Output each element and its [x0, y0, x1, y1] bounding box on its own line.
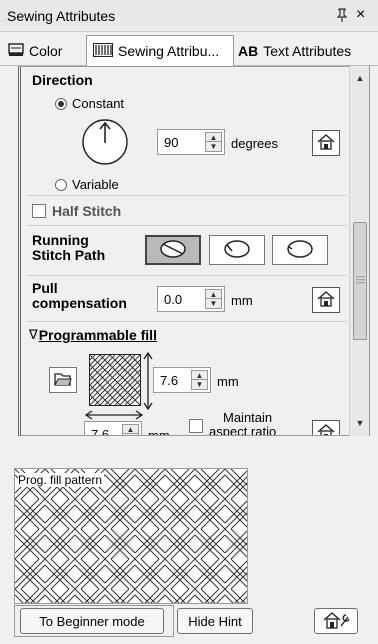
running-stitch-path-label: Running Stitch Path	[32, 233, 105, 263]
direction-degree-value: 90	[164, 135, 179, 150]
tab-sewing-label: Sewing Attribu...	[118, 43, 220, 59]
direction-constant-radio[interactable]: Constant	[55, 96, 124, 111]
pull-compensation-stepper[interactable]: 0.0 ▲ ▼	[157, 286, 225, 312]
hide-hint-button[interactable]: Hide Hint	[177, 608, 253, 634]
path-option-3-icon	[285, 239, 315, 262]
tab-text-attributes[interactable]: AB Text Attributes	[238, 37, 351, 65]
panel-title-bar: Sewing Attributes ×	[0, 0, 378, 32]
stepper-down-icon[interactable]: ▼	[206, 142, 221, 151]
path-option-2-button[interactable]	[209, 235, 265, 265]
attribute-tabs: Color Sewing Attribu... AB Text Attribut…	[0, 32, 378, 66]
hint-label: Prog. fill pattern	[18, 473, 105, 487]
stepper-down-icon[interactable]: ▼	[123, 434, 138, 435]
degrees-unit: degrees	[231, 136, 278, 151]
fill-pattern-hint-image	[15, 469, 247, 603]
fill-width-stepper[interactable]: 7.6 ▲▼	[84, 421, 142, 436]
tab-color-label: Color	[29, 43, 63, 59]
stepper-up-icon[interactable]: ▲	[192, 371, 207, 380]
pull-default-button[interactable]	[312, 287, 340, 313]
stepper-up-icon[interactable]: ▲	[123, 425, 138, 434]
variable-label: Variable	[72, 177, 119, 192]
stepper-down-icon[interactable]: ▼	[192, 380, 207, 389]
fill-pattern-preview	[89, 354, 141, 406]
radio-unselected-icon	[55, 178, 67, 191]
direction-section: Direction Constant 90 ▲ ▼ degrees Variabl…	[27, 67, 347, 195]
half-stitch-section: Half Stitch	[27, 195, 347, 225]
pull-compensation-value: 0.0	[164, 292, 183, 307]
attributes-scroll-area: Direction Constant 90 ▲ ▼ degrees Variabl…	[18, 66, 370, 436]
grip-icon: — — —	[356, 271, 365, 287]
programmable-fill-heading[interactable]: ∇ Programmable fill	[29, 327, 157, 343]
stepper-down-icon[interactable]: ▼	[206, 299, 221, 308]
direction-heading: Direction	[32, 72, 93, 88]
maintain-aspect-label: Maintain aspect ratio	[209, 411, 276, 436]
pin-icon[interactable]	[336, 8, 348, 25]
sewing-icon	[93, 42, 113, 60]
scroll-up-icon[interactable]: ▲	[350, 69, 370, 87]
stepper-up-icon[interactable]: ▲	[206, 133, 221, 142]
open-folder-button[interactable]	[49, 367, 77, 393]
tab-color[interactable]: Color	[8, 37, 62, 65]
radio-selected-icon	[55, 97, 67, 110]
half-stitch-checkbox[interactable]: Half Stitch	[32, 203, 121, 219]
fill-height-unit: mm	[217, 374, 239, 389]
maintain-label-line2: aspect ratio	[209, 424, 277, 436]
stepper-up-icon[interactable]: ▲	[206, 290, 221, 299]
programmable-fill-title: Programmable fill	[38, 327, 157, 343]
hint-preview: Prog. fill pattern	[14, 468, 248, 604]
running-stitch-path-section: Running Stitch Path	[27, 225, 347, 275]
direction-default-button[interactable]	[312, 130, 340, 156]
collapse-icon: ∇	[29, 327, 38, 342]
stepper-arrows[interactable]: ▲▼	[191, 370, 208, 390]
folder-open-icon	[54, 371, 72, 390]
pull-unit: mm	[231, 293, 253, 308]
path-option-2-icon	[222, 239, 252, 262]
scrollbar-thumb[interactable]: — — —	[353, 222, 367, 340]
scroll-down-icon[interactable]: ▼	[350, 414, 370, 432]
running-label-line2: Stitch Path	[32, 247, 106, 263]
fill-height-stepper[interactable]: 7.6 ▲ ▼	[153, 367, 211, 393]
stepper-arrows[interactable]: ▲▼	[205, 132, 222, 152]
maintain-aspect-ratio-checkbox[interactable]: Maintain aspect ratio	[189, 411, 276, 436]
fill-width-unit: mm	[148, 428, 170, 436]
stepper-arrows[interactable]: ▲▼	[122, 424, 139, 435]
programmable-fill-section: ∇ Programmable fill 7.6 ▲ ▼ mm	[27, 321, 347, 435]
checkbox-box	[32, 204, 46, 218]
constant-label: Constant	[72, 96, 125, 111]
direction-degree-stepper[interactable]: 90 ▲ ▼	[157, 129, 225, 155]
house-icon	[317, 423, 335, 435]
stepper-arrows[interactable]: ▲▼	[205, 289, 222, 309]
maintain-label-line1: Maintain	[223, 410, 273, 425]
checkbox-box	[189, 419, 203, 433]
settings-home-button[interactable]	[314, 608, 358, 634]
height-arrow-icon	[143, 351, 153, 413]
home-settings-icon	[322, 611, 350, 632]
house-icon	[317, 133, 335, 153]
attributes-scrollbar[interactable]: ▲ — — — ▼	[349, 66, 369, 436]
house-icon	[317, 290, 335, 310]
pull-label-line2: compensation	[32, 295, 127, 311]
close-icon[interactable]: ×	[356, 6, 365, 24]
fill-width-row: 7.6 ▲▼ mm Maintain aspect ratio	[21, 411, 351, 436]
tab-text-label: Text Attributes	[263, 43, 352, 59]
running-label-line1: Running	[32, 232, 89, 248]
pull-label-line1: Pull	[32, 280, 58, 296]
pull-compensation-label: Pull compensation	[32, 281, 127, 311]
direction-dial[interactable]	[81, 118, 129, 169]
fill-height-value: 7.6	[160, 373, 179, 388]
text-ab-icon: AB	[238, 43, 259, 59]
direction-variable-radio[interactable]: Variable	[55, 177, 119, 192]
tab-sewing-attributes[interactable]: Sewing Attribu...	[86, 35, 234, 66]
path-option-1-button[interactable]	[145, 235, 201, 265]
panel-title: Sewing Attributes	[7, 8, 116, 24]
half-stitch-label: Half Stitch	[52, 203, 122, 219]
fill-default-button[interactable]	[312, 420, 340, 435]
pull-compensation-section: Pull compensation 0.0 ▲ ▼ mm	[27, 275, 347, 321]
color-icon	[8, 42, 24, 60]
to-beginner-mode-button[interactable]: To Beginner mode	[20, 608, 164, 634]
path-option-3-button[interactable]	[272, 235, 328, 265]
fill-width-value: 7.6	[91, 427, 110, 436]
path-option-1-icon	[158, 239, 188, 262]
